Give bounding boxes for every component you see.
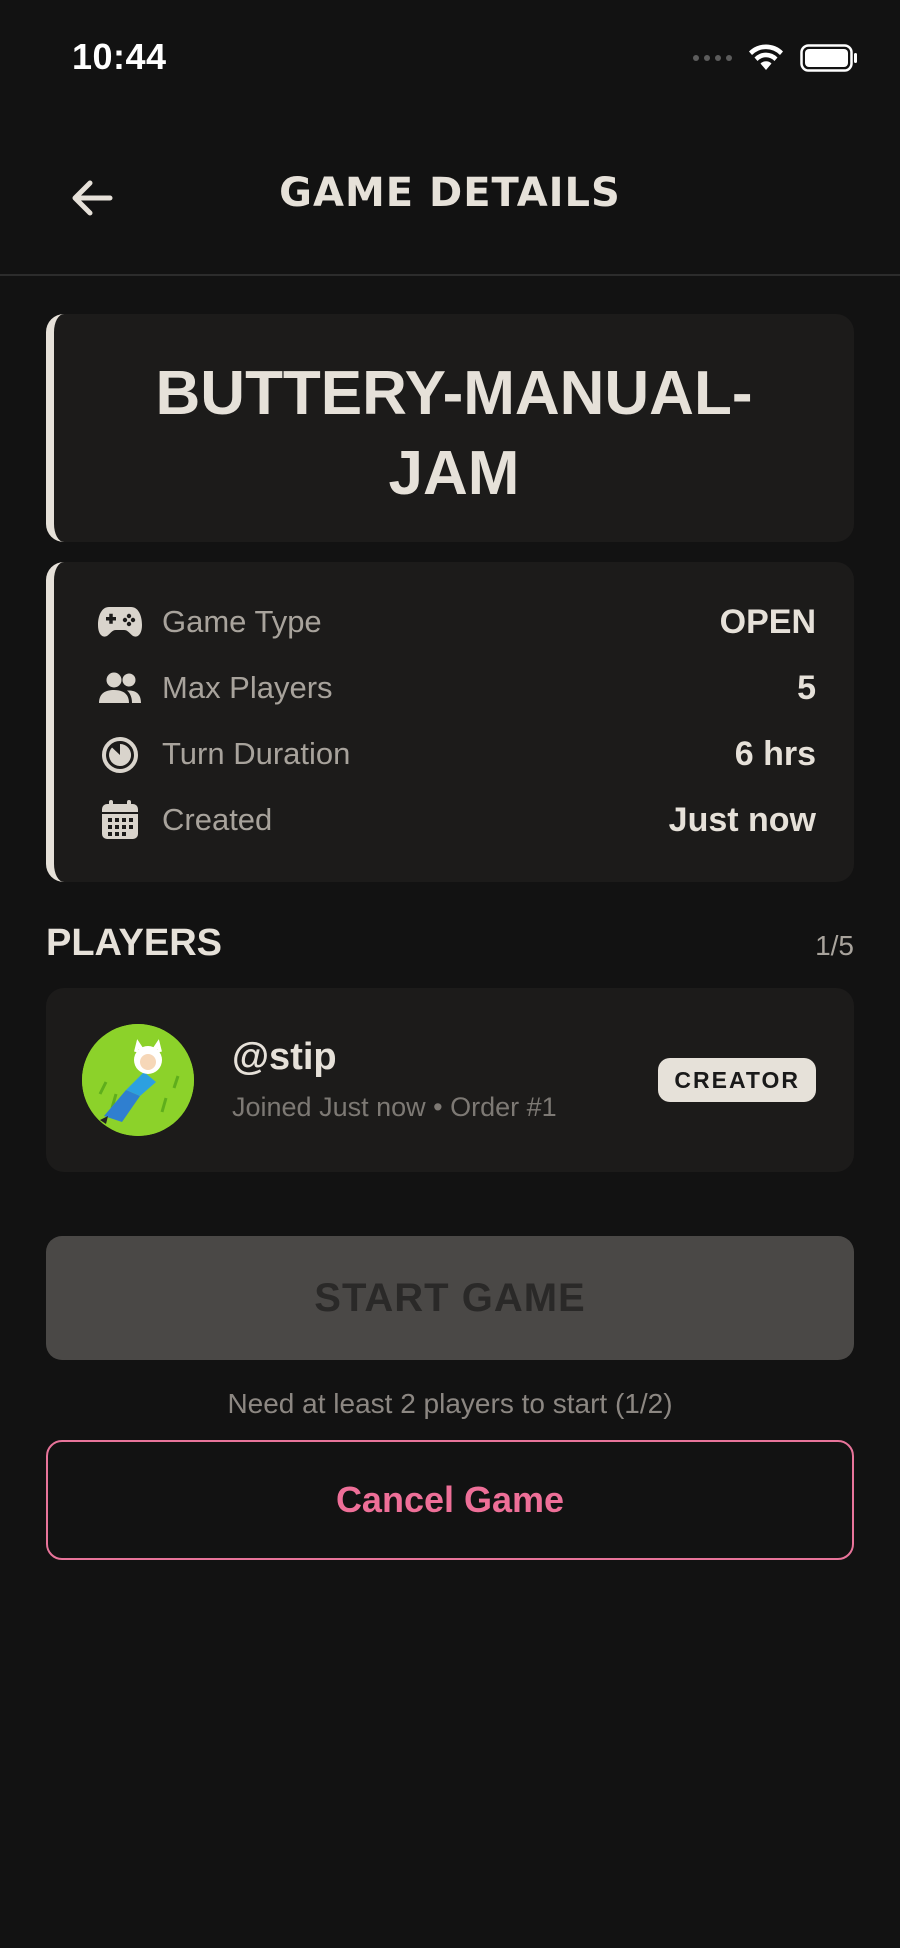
status-bar: 10:44 bbox=[0, 0, 900, 110]
info-row-max-players: Max Players 5 bbox=[96, 660, 816, 716]
cellular-signal-icon bbox=[693, 55, 732, 61]
info-value: 6 hrs bbox=[734, 734, 816, 773]
wifi-icon bbox=[749, 44, 783, 70]
gamepad-icon bbox=[96, 598, 144, 646]
creator-badge: CREATOR bbox=[658, 1058, 816, 1102]
app-header: GAME DETAILS bbox=[0, 130, 900, 276]
info-label: Game Type bbox=[162, 604, 322, 639]
info-value: OPEN bbox=[719, 602, 816, 641]
game-name-card: BUTTERY-MANUAL-JAM bbox=[46, 314, 854, 542]
users-icon bbox=[96, 664, 144, 712]
player-name: @stip bbox=[232, 1036, 337, 1078]
info-row-created: Created Just now bbox=[96, 792, 816, 848]
calendar-icon bbox=[96, 796, 144, 844]
info-value: Just now bbox=[668, 800, 816, 839]
players-count: 1/5 bbox=[815, 930, 854, 961]
timer-icon bbox=[96, 730, 144, 778]
info-label: Created bbox=[162, 802, 273, 837]
avatar bbox=[82, 1024, 194, 1136]
info-row-turn-duration: Turn Duration 6 hrs bbox=[96, 726, 816, 782]
players-title: PLAYERS bbox=[46, 922, 222, 964]
start-game-button[interactable]: START GAME bbox=[46, 1236, 854, 1360]
info-label: Max Players bbox=[162, 670, 333, 705]
status-time: 10:44 bbox=[72, 36, 167, 77]
cancel-game-button[interactable]: Cancel Game bbox=[46, 1440, 854, 1560]
game-name: BUTTERY-MANUAL-JAM bbox=[155, 359, 753, 508]
battery-icon bbox=[800, 44, 857, 72]
info-value: 5 bbox=[797, 668, 816, 707]
info-row-game-type: Game Type OPEN bbox=[96, 594, 816, 650]
info-label: Turn Duration bbox=[162, 736, 351, 771]
game-info-card: Game Type OPEN Max Players 5 Turn Durati… bbox=[46, 562, 854, 882]
player-list-item[interactable]: @stip Joined Just now • Order #1 CREATOR bbox=[46, 988, 854, 1172]
players-section-header: PLAYERS 1/5 bbox=[46, 918, 854, 968]
page-title: GAME DETAILS bbox=[279, 170, 621, 216]
start-hint: Need at least 2 players to start (1/2) bbox=[227, 1388, 673, 1419]
status-icons bbox=[693, 40, 858, 76]
player-meta: Joined Just now • Order #1 bbox=[232, 1092, 557, 1122]
